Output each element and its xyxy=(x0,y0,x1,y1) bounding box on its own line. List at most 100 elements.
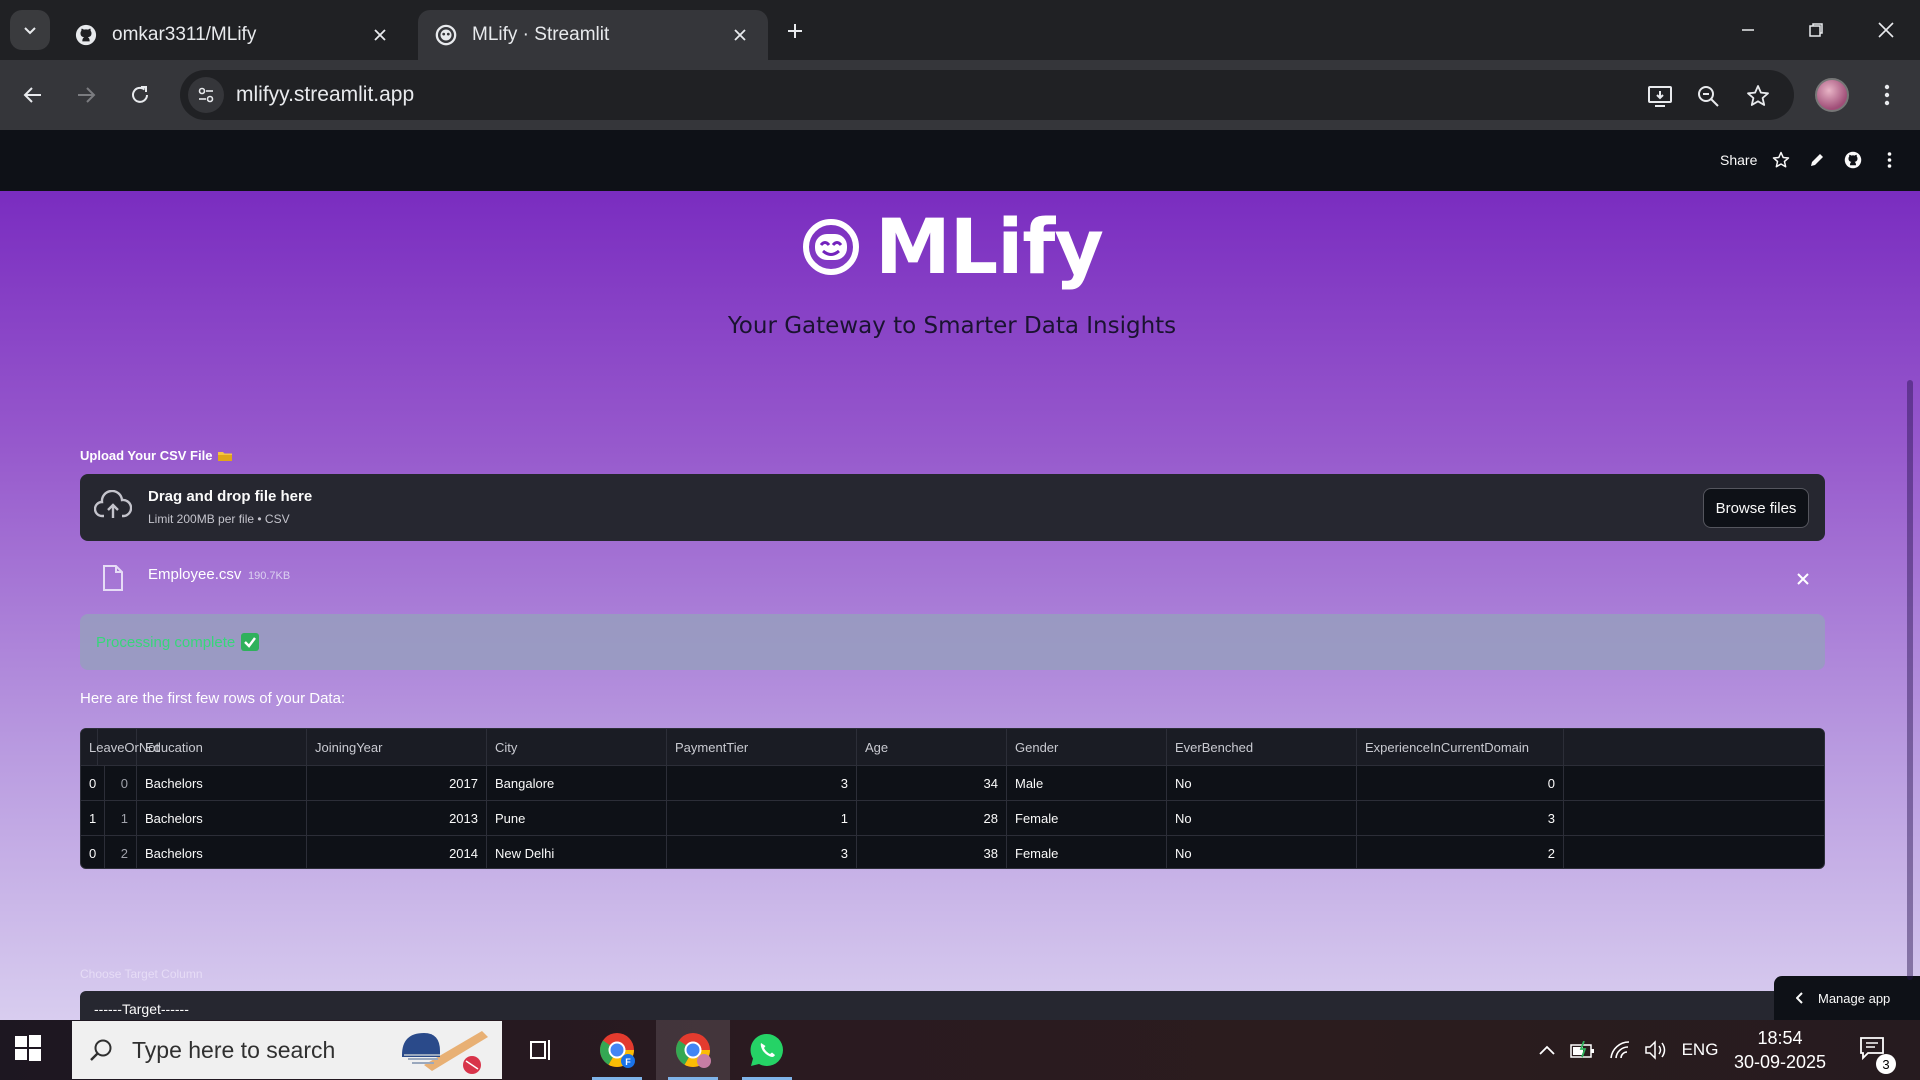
table-cell[interactable]: Bachelors xyxy=(137,766,307,800)
taskbar-clock[interactable]: 18:54 30-09-2025 xyxy=(1730,1026,1830,1074)
browse-files-button[interactable]: Browse files xyxy=(1703,488,1809,528)
table-row: 0 Bachelors 2017 Bangalore 3 34 Male No 0 0 xyxy=(81,765,1824,800)
remove-file-icon[interactable] xyxy=(1792,568,1814,590)
plus-icon xyxy=(788,24,802,38)
reload-button[interactable] xyxy=(122,77,158,113)
folder-icon xyxy=(217,450,233,462)
table-cell[interactable]: Bangalore xyxy=(487,766,667,800)
data-table[interactable]: Education JoiningYear City PaymentTier Age Ge… xyxy=(80,728,1825,869)
table-cell[interactable]: 3 xyxy=(667,836,857,868)
close-icon xyxy=(1878,22,1894,38)
site-info-icon[interactable] xyxy=(188,77,224,113)
target-column-select[interactable]: ------Target------ xyxy=(80,991,1825,1020)
forward-button[interactable] xyxy=(68,77,104,113)
app-logo: MLify xyxy=(0,202,1904,291)
address-bar[interactable]: mlifyy.streamlit.app xyxy=(180,70,1794,120)
manage-app-label: Manage app xyxy=(1818,990,1891,1006)
edit-pencil-icon[interactable] xyxy=(1806,149,1828,171)
table-cell[interactable]: 1 xyxy=(81,801,106,835)
table-cell[interactable]: Bachelors xyxy=(137,801,307,835)
table-cell[interactable]: Bachelors xyxy=(137,836,307,868)
column-header[interactable]: EverBenched xyxy=(1167,729,1357,765)
table-cell[interactable]: 3 xyxy=(667,766,857,800)
profile-avatar[interactable] xyxy=(1815,78,1849,112)
uploaded-file: Employee.csv 190.7KB xyxy=(80,558,1825,602)
new-tab-button[interactable] xyxy=(780,16,810,46)
column-header[interactable]: JoiningYear xyxy=(307,729,487,765)
table-cell[interactable]: New Delhi xyxy=(487,836,667,868)
tab-mlify-streamlit[interactable]: MLify · Streamlit xyxy=(418,10,768,60)
file-dropzone[interactable]: Drag and drop file here Limit 200MB per … xyxy=(80,474,1825,541)
task-view-icon[interactable] xyxy=(510,1020,572,1080)
table-cell[interactable]: 2014 xyxy=(307,836,487,868)
close-icon[interactable] xyxy=(368,23,392,47)
tab-search-button[interactable] xyxy=(10,10,50,50)
volume-icon[interactable] xyxy=(1640,1020,1674,1080)
streamlit-page: Share MLify Your Gateway to Smarter Data… xyxy=(0,130,1920,1020)
table-cell[interactable]: 0 xyxy=(81,836,106,868)
manage-app-button[interactable]: Manage app xyxy=(1774,976,1920,1020)
table-cell[interactable]: Male xyxy=(1007,766,1167,800)
table-cell[interactable]: 0 xyxy=(81,766,106,800)
back-button[interactable] xyxy=(15,77,51,113)
table-cell[interactable]: 3 xyxy=(1357,801,1564,835)
chrome-profile-avatar-icon[interactable] xyxy=(656,1020,730,1080)
github-icon xyxy=(74,23,98,47)
wifi-icon[interactable] xyxy=(1604,1020,1638,1080)
show-hidden-icons-chevron-icon[interactable] xyxy=(1532,1020,1562,1080)
column-header[interactable]: Gender xyxy=(1007,729,1167,765)
table-cell[interactable]: 2013 xyxy=(307,801,487,835)
table-cell[interactable]: 1 xyxy=(667,801,857,835)
column-header[interactable]: PaymentTier xyxy=(667,729,857,765)
taskbar-search-box[interactable]: Type here to search xyxy=(72,1021,502,1079)
star-icon[interactable] xyxy=(1770,149,1792,171)
battery-charging-icon[interactable] xyxy=(1566,1020,1600,1080)
bookmark-star-icon[interactable] xyxy=(1744,82,1772,110)
windows-taskbar: Type here to search F ENG 18:54 30-09-20… xyxy=(0,1020,1920,1080)
table-cell[interactable]: 2 xyxy=(1357,836,1564,868)
restore-button[interactable] xyxy=(1796,12,1836,48)
language-indicator[interactable]: ENG xyxy=(1680,1020,1720,1080)
target-selected-value: ------Target------ xyxy=(94,1001,189,1017)
status-message: Processing complete xyxy=(96,633,236,651)
windows-start-icon[interactable] xyxy=(14,1034,42,1062)
browser-toolbar: mlifyy.streamlit.app xyxy=(0,60,1920,130)
table-cell[interactable]: 28 xyxy=(857,801,1007,835)
tab-github[interactable]: omkar3311/MLify xyxy=(58,10,408,60)
share-button[interactable]: Share xyxy=(1720,152,1757,168)
column-header[interactable]: Education xyxy=(137,729,307,765)
zoom-icon[interactable] xyxy=(1694,82,1722,110)
arrow-left-icon xyxy=(23,87,41,103)
table-cell[interactable]: No xyxy=(1167,766,1357,800)
install-app-icon[interactable] xyxy=(1646,82,1674,110)
table-cell[interactable]: Female xyxy=(1007,836,1167,868)
table-header-row: Education JoiningYear City PaymentTier Age Ge… xyxy=(81,729,1824,765)
app-tagline: Your Gateway to Smarter Data Insights xyxy=(727,313,1177,339)
chrome-profile-f-icon[interactable]: F xyxy=(586,1020,648,1080)
table-cell[interactable]: No xyxy=(1167,836,1357,868)
app-title: MLify xyxy=(875,202,1104,291)
url-text[interactable]: mlifyy.streamlit.app xyxy=(236,83,414,107)
table-cell[interactable]: 2017 xyxy=(307,766,487,800)
column-header[interactable]: City xyxy=(487,729,667,765)
streamlit-app-icon xyxy=(434,23,458,47)
github-icon[interactable] xyxy=(1842,149,1864,171)
table-cell[interactable]: 0 xyxy=(1357,766,1564,800)
table-cell[interactable]: Female xyxy=(1007,801,1167,835)
close-icon[interactable] xyxy=(728,23,752,47)
whatsapp-icon[interactable] xyxy=(736,1020,798,1080)
table-cell[interactable]: 38 xyxy=(857,836,1007,868)
table-cell[interactable]: No xyxy=(1167,801,1357,835)
minimize-button[interactable] xyxy=(1728,12,1768,48)
column-header[interactable]: Age xyxy=(857,729,1007,765)
table-cell[interactable]: 34 xyxy=(857,766,1007,800)
column-header[interactable]: ExperienceInCurrentDomain xyxy=(1357,729,1564,765)
page-scrollbar[interactable] xyxy=(1907,380,1913,980)
more-options-icon[interactable] xyxy=(1878,149,1900,171)
column-header[interactable]: LeaveOrNot xyxy=(81,729,159,765)
file-size: 190.7KB xyxy=(248,570,291,582)
dropzone-title: Drag and drop file here xyxy=(148,488,313,505)
close-window-button[interactable] xyxy=(1866,12,1906,48)
chrome-menu-icon[interactable] xyxy=(1872,78,1902,112)
table-cell[interactable]: Pune xyxy=(487,801,667,835)
